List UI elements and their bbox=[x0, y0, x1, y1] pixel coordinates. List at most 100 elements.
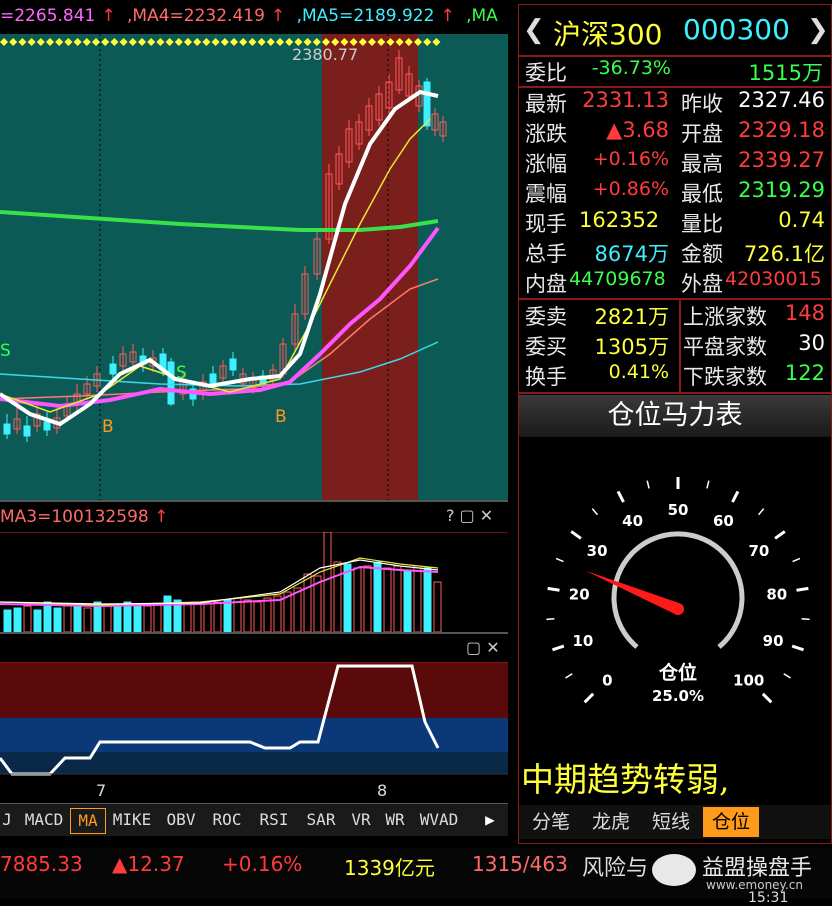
gauge-percent: 25.0% bbox=[652, 687, 704, 705]
weimai-label: 委卖 bbox=[525, 305, 567, 329]
weibi-label: 委比 bbox=[525, 61, 567, 85]
trend-text: 中期趋势转弱, bbox=[521, 760, 730, 799]
kline-chart[interactable]: B B S S 2380.77 bbox=[0, 34, 508, 500]
gauge-tick-label: 50 bbox=[668, 501, 689, 519]
indicator-tab-obv[interactable]: OBV bbox=[160, 808, 202, 832]
position-panel[interactable]: ▢ ✕ 7 8 bbox=[0, 632, 508, 804]
pingpan-label: 平盘家数 bbox=[683, 335, 767, 359]
weimai2-value: 1305万 bbox=[594, 335, 669, 359]
position-panel-controls[interactable]: ▢ ✕ bbox=[466, 638, 500, 657]
indicator-tab-roc[interactable]: ROC bbox=[206, 808, 248, 832]
weibi-row: 委比 -36.73% 1515万 bbox=[519, 57, 832, 87]
zuigao-label: 最高 bbox=[681, 152, 723, 176]
neipan-label: 内盘 bbox=[525, 272, 567, 296]
neipan-value: 44709678 bbox=[569, 268, 666, 290]
quote-title: ❮ 沪深300 000300 ❯ bbox=[519, 9, 832, 53]
gauge-tick-label: 60 bbox=[713, 512, 734, 530]
status-risk: 风险与 bbox=[582, 856, 649, 881]
volume-header: MA3=100132598 ↑ bbox=[0, 507, 169, 527]
right-tabbar: 分笔 龙虎 短线 仓位 bbox=[519, 805, 831, 839]
ma-header: =2265.841 ↑ ,MA4=2232.419 ↑ ,MA5=2189.922 ↑… bbox=[0, 6, 498, 26]
gauge-tick-label: 10 bbox=[572, 632, 593, 650]
status-index: 7885.33 bbox=[0, 852, 83, 876]
ma3-value: =2265.841 bbox=[0, 6, 96, 26]
status-updown: 1315/463 bbox=[472, 852, 568, 876]
kaipan-value: 2329.18 bbox=[738, 118, 825, 142]
marker-s1: S bbox=[0, 341, 11, 361]
status-change: ▲12.37 bbox=[112, 852, 185, 876]
stock-code: 000300 bbox=[683, 13, 790, 46]
indicator-tab-macd[interactable]: MACD bbox=[22, 808, 66, 832]
gauge-center-label: 仓位 bbox=[658, 661, 697, 684]
zhangdie-label: 涨跌 bbox=[525, 122, 567, 146]
gauge-tick-label: 90 bbox=[763, 632, 784, 650]
zhangfu-label: 涨幅 bbox=[525, 152, 567, 176]
indicator-tab-mike[interactable]: MIKE bbox=[108, 808, 156, 832]
quote-row-9: 委买 1305万 平盘家数 30 bbox=[519, 331, 832, 361]
liangbi-label: 量比 bbox=[681, 212, 723, 236]
gauge-tick-label: 30 bbox=[587, 542, 608, 560]
quote-panel: ❮ 沪深300 000300 ❯ 委比 -36.73% 1515万 最新 233… bbox=[518, 4, 832, 844]
date-tick-8: 8 bbox=[377, 781, 387, 800]
weimai2-label: 委买 bbox=[525, 335, 567, 359]
volume-panel-controls[interactable]: ? ▢ ✕ bbox=[446, 506, 493, 525]
zuixin-label: 最新 bbox=[525, 92, 567, 116]
quote-row-6: 总手 8674万 金额 726.1亿 bbox=[519, 238, 832, 268]
tabbar-next-button[interactable]: ▶ bbox=[478, 808, 502, 832]
indicator-tab-j[interactable]: J bbox=[0, 808, 14, 832]
weibi-value: -36.73% bbox=[591, 57, 671, 79]
zhenfu-label: 震幅 bbox=[525, 182, 567, 206]
next-stock-button[interactable]: ❯ bbox=[807, 15, 829, 45]
shangzhang-label: 上涨家数 bbox=[683, 305, 767, 329]
stock-name: 沪深300 bbox=[553, 18, 663, 51]
gauge-tick-label: 70 bbox=[748, 542, 769, 560]
zhangdie-value: ▲3.68 bbox=[606, 118, 669, 142]
status-amount: 1339亿元 bbox=[344, 856, 435, 880]
quote-row-7: 内盘 44709678 外盘 42030015 bbox=[519, 268, 832, 298]
indicator-tab-sar[interactable]: SAR bbox=[300, 808, 342, 832]
position-chart: 7 8 bbox=[0, 662, 508, 800]
gauge-tick-label: 40 bbox=[622, 512, 643, 530]
right-tab-0[interactable]: 分笔 bbox=[523, 807, 579, 837]
indicator-tab-ma[interactable]: MA bbox=[70, 808, 106, 834]
quote-row-4: 震幅 +0.86% 最低 2319.29 bbox=[519, 178, 832, 208]
weicha-value: 1515万 bbox=[748, 61, 823, 85]
right-tab-3[interactable]: 仓位 bbox=[703, 807, 759, 837]
kline-panel[interactable]: =2265.841 ↑ ,MA4=2232.419 ↑ ,MA5=2189.922 ↑… bbox=[0, 0, 508, 500]
indicator-tab-vr[interactable]: VR bbox=[346, 808, 376, 832]
quote-row-5: 现手 162352 量比 0.74 bbox=[519, 208, 832, 238]
gauge-tick-label: 0 bbox=[602, 672, 612, 690]
indicator-tab-wr[interactable]: WR bbox=[380, 808, 410, 832]
gauge: 0 10 20 30 40 50 60 70 80 90 100 仓位 25.0% bbox=[546, 477, 810, 705]
jine-value: 726.1亿 bbox=[743, 242, 825, 266]
indicator-tab-rsi[interactable]: RSI bbox=[252, 808, 296, 832]
status-bar: 7885.33 ▲12.37 +0.16% 1339亿元 1315/463 风险… bbox=[0, 848, 832, 906]
kaipan-label: 开盘 bbox=[681, 122, 723, 146]
gauge-needle bbox=[585, 570, 681, 615]
ma4-value: ,MA4=2232.419 bbox=[127, 6, 265, 26]
zuixin-value: 2331.13 bbox=[582, 88, 669, 112]
waipan-value: 42030015 bbox=[725, 268, 822, 290]
jine-label: 金额 bbox=[681, 242, 723, 266]
zongshou-label: 总手 bbox=[525, 242, 567, 266]
liangbi-value: 0.74 bbox=[778, 208, 825, 232]
zuigao-value: 2339.27 bbox=[738, 148, 825, 172]
gauge-tick-label: 80 bbox=[766, 585, 787, 603]
pingpan-value: 30 bbox=[798, 331, 825, 355]
zongshou-value: 8674万 bbox=[594, 242, 669, 266]
xianshou-label: 现手 bbox=[525, 212, 567, 236]
status-time: 15:31 bbox=[748, 890, 789, 906]
indicator-tab-wvad[interactable]: WVAD bbox=[414, 808, 464, 832]
gauge-title-bar: 仓位马力表 bbox=[519, 395, 831, 437]
quote-row-2: 涨跌 ▲3.68 开盘 2329.18 bbox=[519, 118, 832, 148]
right-tab-2[interactable]: 短线 bbox=[643, 807, 699, 837]
ma6-value: ,MA bbox=[466, 6, 498, 26]
volume-panel[interactable]: MA3=100132598 ↑ ? ▢ ✕ bbox=[0, 500, 508, 634]
weimai-value: 2821万 bbox=[594, 305, 669, 329]
right-tab-1[interactable]: 龙虎 bbox=[583, 807, 639, 837]
zuoshou-label: 昨收 bbox=[681, 92, 723, 116]
zuidi-label: 最低 bbox=[681, 182, 723, 206]
xiadie-value: 122 bbox=[784, 361, 825, 385]
quote-row-3: 涨幅 +0.16% 最高 2339.27 bbox=[519, 148, 832, 178]
prev-stock-button[interactable]: ❮ bbox=[523, 15, 545, 45]
